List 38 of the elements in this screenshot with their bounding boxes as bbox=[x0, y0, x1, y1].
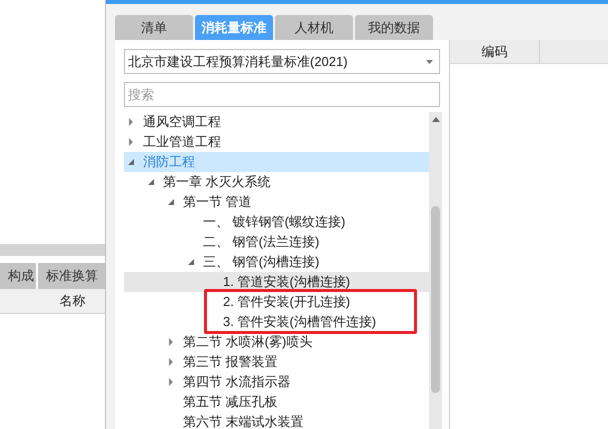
search-field[interactable]: 搜索 bbox=[124, 82, 440, 107]
column-header: 名称 bbox=[58, 292, 86, 310]
collapse-triangle-icon[interactable] bbox=[188, 258, 194, 266]
tree-item[interactable]: 第一节 管道 bbox=[124, 192, 429, 212]
scrollbar[interactable] bbox=[429, 112, 442, 429]
expand-triangle-icon[interactable] bbox=[168, 378, 174, 386]
tree-item[interactable]: 2. 管件安装(开孔连接) bbox=[124, 292, 429, 312]
tab[interactable]: 标准换算 bbox=[38, 263, 105, 289]
scroll-up-icon[interactable] bbox=[432, 117, 440, 122]
tab[interactable]: 构成 bbox=[0, 263, 36, 289]
collapse-triangle-icon[interactable] bbox=[168, 198, 174, 206]
tree-item[interactable]: 第二节 水喷淋(雾)喷头 bbox=[124, 332, 429, 352]
tree-item[interactable]: 通风空调工程 bbox=[124, 112, 429, 132]
tab[interactable]: 我的数据 bbox=[355, 15, 433, 40]
collapse-triangle-icon[interactable] bbox=[128, 158, 134, 166]
tree-item[interactable]: 三、 钢管(沟槽连接) bbox=[124, 252, 429, 272]
expand-triangle-icon[interactable] bbox=[168, 338, 174, 346]
expand-triangle-icon[interactable] bbox=[128, 138, 134, 146]
standard-dropdown[interactable]: 北京市建设工程预算消耗量标准(2021) bbox=[124, 49, 440, 74]
tree-item[interactable]: 第四节 水流指示器 bbox=[124, 372, 429, 392]
tree-item[interactable]: 第三节 报警装置 bbox=[124, 352, 429, 372]
tree-item[interactable]: 第六节 末端试水装置 bbox=[124, 412, 429, 429]
tree-item[interactable]: 1. 管道安装(沟槽连接) bbox=[124, 272, 429, 292]
dropdown-value: 北京市建设工程预算消耗量标准(2021) bbox=[128, 52, 349, 71]
column-header: 编码 bbox=[450, 40, 540, 63]
tree-item[interactable]: 工业管道工程 bbox=[124, 132, 429, 152]
tab[interactable]: 人材机 bbox=[275, 15, 353, 40]
tree-item[interactable]: 第一章 水灭火系统 bbox=[124, 172, 429, 192]
tab[interactable]: 清单 bbox=[115, 15, 193, 40]
tree-item[interactable]: 3. 管件安装(沟槽管件连接) bbox=[124, 312, 429, 332]
tree-item[interactable]: 二、 钢管(法兰连接) bbox=[124, 232, 429, 252]
expand-triangle-icon[interactable] bbox=[128, 118, 134, 126]
tree-item[interactable]: 第五节 减压孔板 bbox=[124, 392, 429, 412]
tree-item[interactable]: 一、 镀锌钢管(螺纹连接) bbox=[124, 212, 429, 232]
expand-triangle-icon[interactable] bbox=[168, 358, 174, 366]
collapse-triangle-icon[interactable] bbox=[148, 178, 154, 186]
scrollbar-thumb[interactable] bbox=[431, 206, 440, 393]
dropdown-caret-icon bbox=[426, 60, 433, 64]
